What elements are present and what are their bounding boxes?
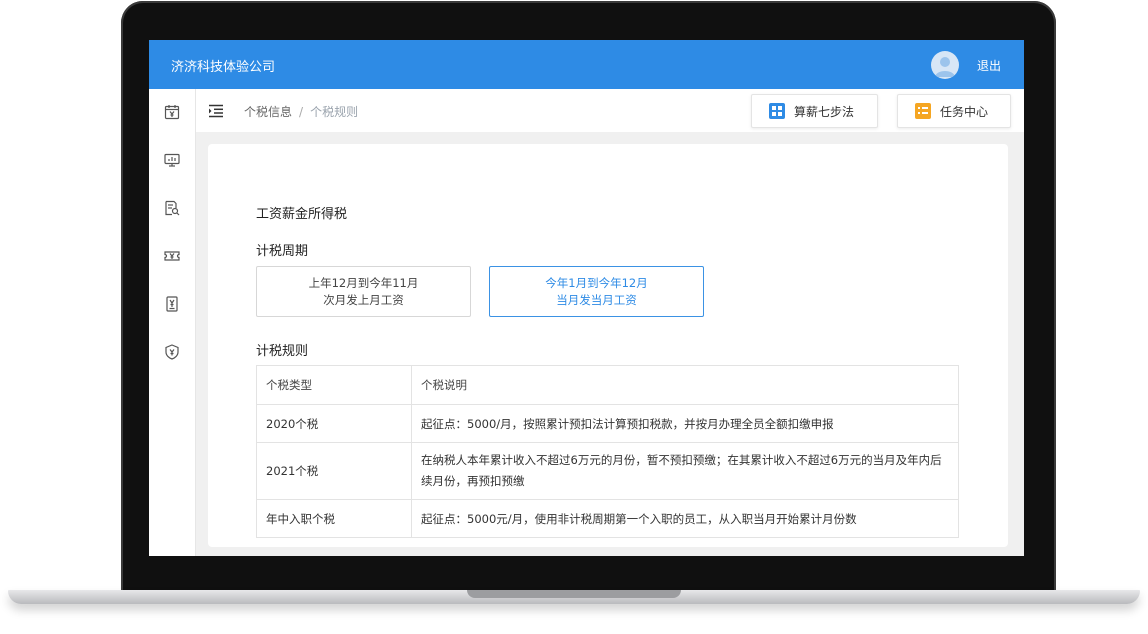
table-cell: 在纳税人本年累计收入不超过6万元的月份，暂不预扣预缴；在其累计收入不超过6万元的… bbox=[411, 442, 959, 500]
breadcrumb-current: 个税规则 bbox=[310, 105, 359, 119]
ticket-yen-icon[interactable] bbox=[163, 247, 181, 265]
period-option-prev-year[interactable]: 上年12月到今年11月 次月发上月工资 bbox=[256, 266, 471, 317]
breadcrumb: 个税信息 / 个税规则 bbox=[244, 103, 358, 120]
salary-steps-button[interactable]: 算薪七步法 bbox=[751, 94, 878, 128]
table-cell: 起征点：5000/月，按照累计预扣法计算预扣税款，并按月办理全员全额扣缴申报 bbox=[411, 404, 959, 443]
main-content: 工资薪金所得税 计税周期 上年12月到今年11月 次月发上月工资 今年1月到今年… bbox=[208, 144, 1008, 547]
app-screen: 济济科技体验公司 退出 个税信息 / 个税规则 算薪七步法 任务中心 工资薪金所… bbox=[149, 40, 1024, 556]
table-row: 2021个税 在纳税人本年累计收入不超过6万元的月份，暂不预扣预缴；在其累计收入… bbox=[256, 442, 959, 500]
sidebar bbox=[149, 89, 196, 556]
menu-collapse-icon[interactable] bbox=[208, 103, 224, 118]
column-header: 个税说明 bbox=[411, 365, 959, 405]
column-header: 个税类型 bbox=[256, 365, 412, 405]
salary-steps-label: 算薪七步法 bbox=[794, 105, 855, 119]
table-header-row: 个税类型 个税说明 bbox=[256, 365, 959, 405]
logout-button[interactable]: 退出 bbox=[977, 57, 1001, 74]
company-name: 济济科技体验公司 bbox=[171, 60, 276, 75]
table-cell: 2020个税 bbox=[256, 404, 412, 443]
period-option-current-year[interactable]: 今年1月到今年12月 当月发当月工资 bbox=[489, 266, 704, 317]
task-center-button[interactable]: 任务中心 bbox=[897, 94, 1011, 128]
period-option-line2: 当月发当月工资 bbox=[556, 293, 637, 307]
document-search-icon[interactable] bbox=[163, 199, 181, 217]
table-cell: 年中入职个税 bbox=[256, 499, 412, 538]
task-list-icon bbox=[915, 103, 931, 119]
monitor-chart-icon[interactable] bbox=[163, 151, 181, 169]
sub-header: 个税信息 / 个税规则 算薪七步法 任务中心 bbox=[196, 89, 1024, 132]
period-option-line2: 次月发上月工资 bbox=[323, 293, 404, 307]
table-cell: 起征点：5000元/月，使用非计税周期第一个入职的员工，从入职当月开始累计月份数 bbox=[411, 499, 959, 538]
breadcrumb-separator: / bbox=[299, 105, 304, 119]
table-cell: 2021个税 bbox=[256, 442, 412, 500]
shield-yen-icon[interactable] bbox=[163, 343, 181, 361]
grid-icon bbox=[769, 103, 785, 119]
page-title: 工资薪金所得税 bbox=[256, 207, 348, 222]
table-row: 年中入职个税 起征点：5000元/月，使用非计税周期第一个入职的员工，从入职当月… bbox=[256, 499, 959, 538]
period-heading: 计税周期 bbox=[256, 244, 309, 259]
task-center-label: 任务中心 bbox=[940, 105, 989, 119]
receipt-yen-icon[interactable] bbox=[163, 295, 181, 313]
breadcrumb-parent[interactable]: 个税信息 bbox=[244, 105, 292, 119]
tax-rules-table: 个税类型 个税说明 2020个税 起征点：5000/月，按照累计预扣法计算预扣税… bbox=[256, 365, 959, 538]
user-avatar-icon[interactable] bbox=[931, 51, 959, 79]
top-header: 济济科技体验公司 退出 bbox=[149, 40, 1024, 89]
rules-heading: 计税规则 bbox=[256, 344, 309, 359]
laptop-notch bbox=[467, 590, 681, 598]
table-row: 2020个税 起征点：5000/月，按照累计预扣法计算预扣税款，并按月办理全员全… bbox=[256, 404, 959, 443]
period-option-line1: 今年1月到今年12月 bbox=[545, 276, 648, 290]
period-option-line1: 上年12月到今年11月 bbox=[308, 276, 419, 290]
calendar-yen-icon[interactable] bbox=[163, 103, 181, 121]
